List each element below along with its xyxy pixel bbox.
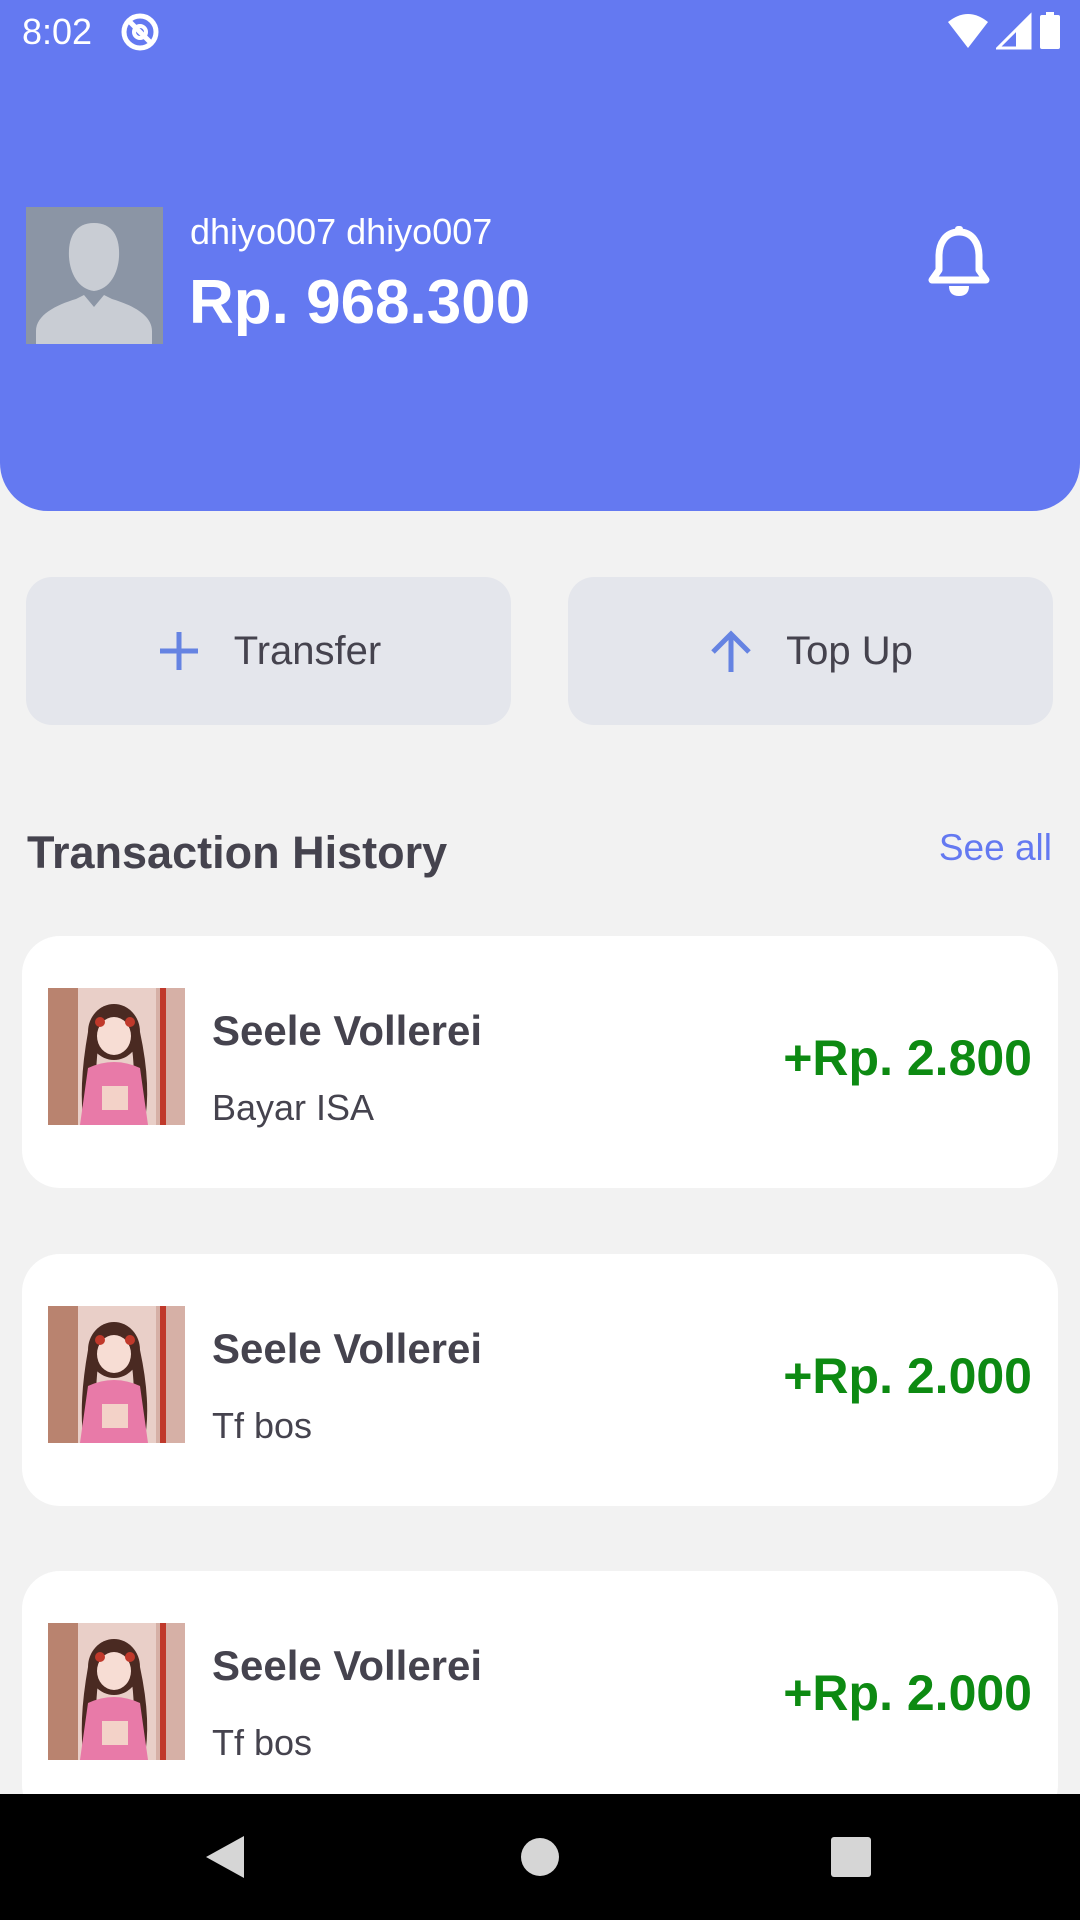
transaction-avatar — [48, 1623, 185, 1760]
transfer-button[interactable]: Transfer — [26, 577, 511, 725]
username: dhiyo007 dhiyo007 — [190, 211, 493, 252]
signal-icon — [996, 12, 1032, 50]
avatar-placeholder-icon — [26, 207, 163, 344]
plus-icon — [159, 632, 198, 670]
transaction-history-title: Transaction History — [27, 827, 448, 878]
arrow-up-icon — [711, 630, 751, 672]
battery-icon — [1040, 12, 1060, 49]
transaction-amount: +Rp. 2.800 — [783, 1030, 1032, 1086]
transaction-note: Bayar ISA — [212, 1087, 375, 1128]
top-up-button[interactable]: Top Up — [568, 577, 1053, 725]
transaction-avatar — [48, 1306, 185, 1443]
notification-bell-icon[interactable] — [928, 226, 990, 298]
transaction-amount: +Rp. 2.000 — [783, 1665, 1032, 1721]
transfer-button-label: Transfer — [233, 628, 382, 673]
transaction-name: Seele Vollerei — [212, 1642, 483, 1689]
top-up-button-label: Top Up — [786, 628, 913, 673]
transaction-amount: +Rp. 2.000 — [783, 1348, 1032, 1404]
transaction-note: Tf bos — [212, 1405, 313, 1446]
transaction-name: Seele Vollerei — [212, 1007, 483, 1054]
transaction-name: Seele Vollerei — [212, 1325, 483, 1372]
wifi-icon — [948, 14, 988, 48]
transaction-note: Tf bos — [212, 1722, 313, 1763]
back-icon[interactable] — [204, 1834, 246, 1880]
status-time: 8:02 — [22, 11, 93, 52]
balance-amount: Rp. 968.300 — [189, 268, 531, 337]
transaction-item[interactable]: Seele Vollerei Bayar ISA +Rp. 2.800 — [22, 936, 1058, 1188]
transaction-item[interactable]: Seele Vollerei Tf bos +Rp. 2.000 — [22, 1254, 1058, 1506]
transaction-item[interactable]: Seele Vollerei Tf bos +Rp. 2.000 — [22, 1571, 1058, 1823]
app-notification-icon — [121, 13, 159, 51]
recents-icon[interactable] — [831, 1837, 871, 1877]
transaction-avatar — [48, 988, 185, 1125]
see-all-link[interactable]: See all — [939, 826, 1052, 870]
navigation-bar — [0, 1794, 1080, 1920]
avatar[interactable] — [26, 207, 163, 344]
home-icon[interactable] — [520, 1837, 560, 1877]
status-bar: 8:02 — [0, 0, 1080, 64]
